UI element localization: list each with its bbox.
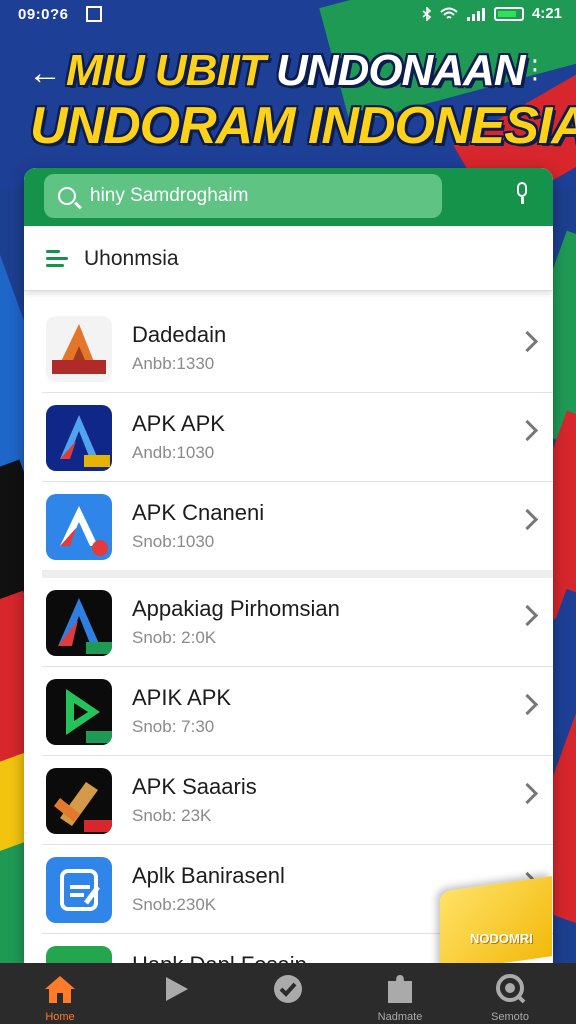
app-list: Dadedain Anbb:1330 APK APK Andb:1030 APK…	[24, 304, 553, 963]
play-icon	[166, 977, 188, 1001]
list-item[interactable]: Dadedain Anbb:1330	[42, 304, 553, 393]
app-title: Hapk Dapl Fosaip	[132, 952, 307, 963]
status-right-text: 4:21	[531, 5, 562, 22]
bottom-nav: Home Nadmate Semoto	[0, 963, 576, 1024]
bluetooth-icon	[422, 6, 432, 21]
app-subtitle: Snob: 7:30	[132, 717, 215, 736]
chevron-right-icon	[516, 508, 539, 531]
app-title: APK APK	[132, 411, 225, 436]
app-subtitle: Anbb:1330	[132, 354, 215, 373]
back-arrow-icon[interactable]: ←	[28, 56, 62, 90]
app-icon	[46, 316, 112, 382]
filter-label: Uhonmsia	[84, 247, 179, 270]
status-time: 09:0?6	[18, 6, 69, 23]
nav-label: Nadmate	[377, 1011, 423, 1023]
list-item[interactable]: APK Saaaris Snob: 23K	[42, 756, 553, 845]
nav-label: Semoto	[491, 1011, 529, 1023]
filter-row[interactable]: Uhonmsia	[24, 228, 553, 291]
app-icon	[46, 768, 112, 834]
signal-icon	[466, 7, 485, 21]
nav-home[interactable]: Home	[12, 963, 108, 1024]
list-item[interactable]: APK Cnaneni Snob:1030	[42, 482, 553, 578]
page-title-line1: MIU UBIIT UNDONAAN	[66, 46, 526, 96]
nav-search[interactable]: Semoto	[462, 963, 558, 1024]
app-subtitle: Snob:1030	[132, 532, 215, 551]
app-title: APIK APK	[132, 685, 232, 710]
search-bar	[24, 168, 553, 226]
search-circle-icon	[496, 974, 526, 1004]
app-icon	[46, 494, 112, 560]
app-title: APK Saaaris	[132, 774, 257, 799]
promo-sticker[interactable]: NODOMRI	[440, 876, 552, 972]
microphone-icon[interactable]	[515, 182, 529, 204]
title-white-part: UNDONAAN	[276, 46, 526, 95]
puzzle-icon	[388, 975, 412, 1003]
app-subtitle: Snob:230K	[132, 895, 217, 914]
home-icon	[45, 976, 75, 1003]
promo-text: NODOMRI	[470, 931, 533, 947]
check-circle-icon	[274, 975, 302, 1003]
list-item[interactable]: APK APK Andb:1030	[42, 393, 553, 482]
search-input[interactable]	[88, 184, 422, 208]
chevron-right-icon	[516, 419, 539, 442]
search-field[interactable]	[44, 174, 442, 218]
chevron-right-icon	[516, 693, 539, 716]
app-subtitle: Snob: 23K	[132, 806, 212, 825]
chevron-right-icon	[516, 330, 539, 353]
battery-icon	[493, 6, 524, 21]
nav-label: Home	[45, 1011, 75, 1023]
nav-play[interactable]	[128, 963, 224, 1024]
app-icon	[46, 590, 112, 656]
app-icon	[46, 857, 112, 923]
app-subtitle: Snob: 2:0K	[132, 628, 217, 647]
app-subtitle: Andb:1030	[132, 443, 215, 462]
app-icon	[46, 405, 112, 471]
status-bar: 09:0?6 4:21	[0, 0, 576, 32]
app-title: Aplk Banirasenl	[132, 863, 285, 888]
app-icon	[46, 679, 112, 745]
app-icon	[46, 946, 112, 963]
nav-downloads[interactable]: Nadmate	[352, 963, 448, 1024]
search-icon	[58, 187, 76, 205]
status-indicators: 4:21	[422, 5, 562, 22]
app-title: Dadedain	[132, 322, 227, 347]
wifi-icon	[440, 7, 458, 19]
app-title: Appakiag Pirhomsian	[132, 596, 340, 621]
main-panel: Uhonmsia Dadedain Anbb:1330 APK APK Andb…	[24, 168, 553, 963]
more-menu-icon[interactable]: ⋮	[522, 56, 548, 82]
notification-icon	[86, 6, 102, 22]
title-yellow-part: MIU UBIIT	[66, 46, 266, 95]
list-item[interactable]: Appakiag Pirhomsian Snob: 2:0K	[42, 578, 553, 667]
header: ← MIU UBIIT UNDONAAN UNDORAM INDONESIA ⋮	[0, 38, 576, 168]
chevron-right-icon	[516, 782, 539, 805]
chevron-right-icon	[516, 604, 539, 627]
nav-check[interactable]	[240, 963, 336, 1024]
filter-icon	[46, 250, 68, 268]
app-title: APK Cnaneni	[132, 500, 265, 525]
list-item[interactable]: APIK APK Snob: 7:30	[42, 667, 553, 756]
page-title-line2: UNDORAM INDONESIA	[30, 97, 576, 155]
